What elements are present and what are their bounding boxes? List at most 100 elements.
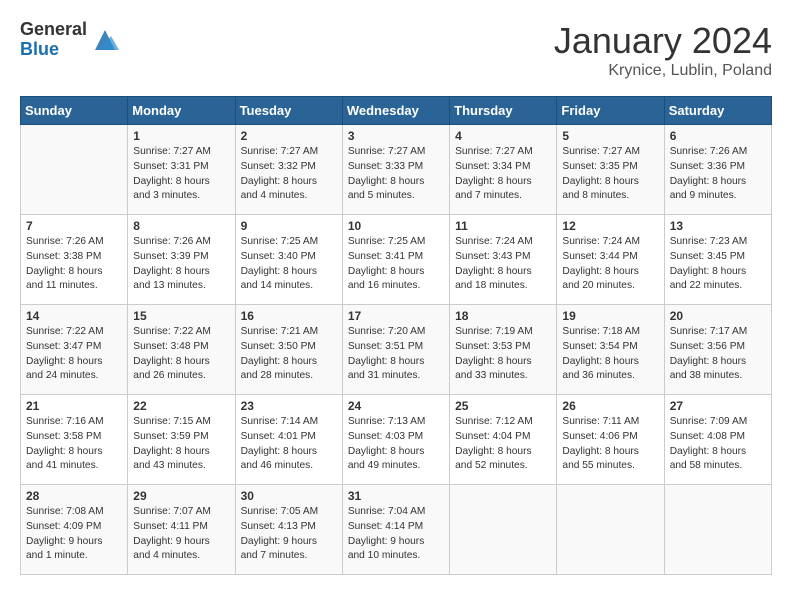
calendar-cell: 22Sunrise: 7:15 AMSunset: 3:59 PMDayligh…: [128, 395, 235, 485]
day-info: Sunrise: 7:16 AMSunset: 3:58 PMDaylight:…: [26, 415, 122, 474]
calendar-cell: [21, 125, 128, 215]
calendar-cell: 19 Sunrise: 7:18 AMSunset: 3:54 PMDayligh…: [557, 305, 664, 395]
day-number: 29: [133, 489, 229, 503]
day-number: 31: [348, 489, 444, 503]
day-info: Sunrise: 7:04 AMSunset: 4:14 PMDaylight:…: [348, 505, 444, 564]
calendar-cell: 24 Sunrise: 7:13 AMSunset: 4:03 PMDayligh…: [342, 395, 449, 485]
calendar-cell: 4 Sunrise: 7:27 AMSunset: 3:34 PMDaylight…: [450, 125, 557, 215]
day-info: Sunrise: 7:27 AMSunset: 3:35 PMDaylight:…: [562, 145, 658, 204]
day-number: 21: [26, 399, 122, 413]
calendar-cell: 5 Sunrise: 7:27 AMSunset: 3:35 PMDaylight…: [557, 125, 664, 215]
day-info: Sunrise: 7:24 AMSunset: 3:44 PMDaylight:…: [562, 235, 658, 294]
day-info: Sunrise: 7:11 AMSunset: 4:06 PMDaylight:…: [562, 415, 658, 474]
day-info: Sunrise: 7:13 AMSunset: 4:03 PMDaylight:…: [348, 415, 444, 474]
day-number: 17: [348, 309, 444, 323]
logo-icon: [91, 26, 119, 54]
weekday-header: Thursday: [450, 97, 557, 125]
day-info: Sunrise: 7:09 AMSunset: 4:08 PMDaylight:…: [670, 415, 766, 474]
day-number: 25: [455, 399, 551, 413]
calendar-cell: 20 Sunrise: 7:17 AMSunset: 3:56 PMDayligh…: [664, 305, 771, 395]
calendar-cell: 31 Sunrise: 7:04 AMSunset: 4:14 PMDayligh…: [342, 485, 449, 575]
day-number: 19: [562, 309, 658, 323]
day-number: 1: [133, 129, 229, 143]
calendar-cell: 6 Sunrise: 7:26 AMSunset: 3:36 PMDaylight…: [664, 125, 771, 215]
day-number: 2: [241, 129, 337, 143]
logo: General Blue: [20, 20, 119, 60]
calendar-cell: 9 Sunrise: 7:25 AMSunset: 3:40 PMDaylight…: [235, 215, 342, 305]
day-info: Sunrise: 7:23 AMSunset: 3:45 PMDaylight:…: [670, 235, 766, 294]
day-info: Sunrise: 7:19 AMSunset: 3:53 PMDaylight:…: [455, 325, 551, 384]
day-number: 10: [348, 219, 444, 233]
day-number: 26: [562, 399, 658, 413]
calendar-cell: 11 Sunrise: 7:24 AMSunset: 3:43 PMDayligh…: [450, 215, 557, 305]
day-number: 24: [348, 399, 444, 413]
title-block: January 2024 Krynice, Lublin, Poland: [554, 20, 772, 80]
day-number: 22: [133, 399, 229, 413]
calendar-cell: [664, 485, 771, 575]
calendar-cell: 10 Sunrise: 7:25 AMSunset: 3:41 PMDayligh…: [342, 215, 449, 305]
day-info: Sunrise: 7:25 AMSunset: 3:40 PMDaylight:…: [241, 235, 337, 294]
calendar-cell: 2 Sunrise: 7:27 AMSunset: 3:32 PMDaylight…: [235, 125, 342, 215]
weekday-header: Sunday: [21, 97, 128, 125]
day-number: 27: [670, 399, 766, 413]
day-info: Sunrise: 7:14 AMSunset: 4:01 PMDaylight:…: [241, 415, 337, 474]
day-info: Sunrise: 7:21 AMSunset: 3:50 PMDaylight:…: [241, 325, 337, 384]
day-info: Sunrise: 7:27 AMSunset: 3:33 PMDaylight:…: [348, 145, 444, 204]
weekday-header: Friday: [557, 97, 664, 125]
day-number: 20: [670, 309, 766, 323]
calendar-cell: [450, 485, 557, 575]
day-info: Sunrise: 7:12 AMSunset: 4:04 PMDaylight:…: [455, 415, 551, 474]
calendar-cell: 17Sunrise: 7:20 AMSunset: 3:51 PMDayligh…: [342, 305, 449, 395]
day-number: 8: [133, 219, 229, 233]
weekday-header: Wednesday: [342, 97, 449, 125]
calendar-cell: 16 Sunrise: 7:21 AMSunset: 3:50 PMDayligh…: [235, 305, 342, 395]
day-info: Sunrise: 7:27 AMSunset: 3:31 PMDaylight:…: [133, 145, 229, 204]
calendar-cell: [557, 485, 664, 575]
weekday-header: Tuesday: [235, 97, 342, 125]
day-number: 12: [562, 219, 658, 233]
logo-general-text: General: [20, 20, 87, 40]
calendar-cell: 3 Sunrise: 7:27 AMSunset: 3:33 PMDaylight…: [342, 125, 449, 215]
calendar-cell: 27 Sunrise: 7:09 AMSunset: 4:08 PMDayligh…: [664, 395, 771, 485]
day-number: 13: [670, 219, 766, 233]
weekday-header: Saturday: [664, 97, 771, 125]
day-number: 4: [455, 129, 551, 143]
calendar-cell: 1 Sunrise: 7:27 AMSunset: 3:31 PMDaylight…: [128, 125, 235, 215]
day-number: 28: [26, 489, 122, 503]
day-info: Sunrise: 7:05 AMSunset: 4:13 PMDaylight:…: [241, 505, 337, 564]
calendar-cell: 28Sunrise: 7:08 AMSunset: 4:09 PMDayligh…: [21, 485, 128, 575]
day-info: Sunrise: 7:26 AMSunset: 3:39 PMDaylight:…: [133, 235, 229, 294]
logo-blue-text: Blue: [20, 40, 87, 60]
day-number: 6: [670, 129, 766, 143]
day-info: Sunrise: 7:25 AMSunset: 3:41 PMDaylight:…: [348, 235, 444, 294]
calendar-cell: 18Sunrise: 7:19 AMSunset: 3:53 PMDayligh…: [450, 305, 557, 395]
calendar-cell: 30 Sunrise: 7:05 AMSunset: 4:13 PMDayligh…: [235, 485, 342, 575]
day-info: Sunrise: 7:18 AMSunset: 3:54 PMDaylight:…: [562, 325, 658, 384]
day-number: 3: [348, 129, 444, 143]
day-number: 7: [26, 219, 122, 233]
calendar-cell: 23 Sunrise: 7:14 AMSunset: 4:01 PMDayligh…: [235, 395, 342, 485]
day-info: Sunrise: 7:27 AMSunset: 3:32 PMDaylight:…: [241, 145, 337, 204]
day-number: 11: [455, 219, 551, 233]
calendar-cell: 29 Sunrise: 7:07 AMSunset: 4:11 PMDayligh…: [128, 485, 235, 575]
day-number: 30: [241, 489, 337, 503]
location: Krynice, Lublin, Poland: [554, 62, 772, 80]
day-info: Sunrise: 7:26 AMSunset: 3:38 PMDaylight:…: [26, 235, 122, 294]
day-number: 9: [241, 219, 337, 233]
calendar-cell: 26 Sunrise: 7:11 AMSunset: 4:06 PMDayligh…: [557, 395, 664, 485]
day-info: Sunrise: 7:22 AMSunset: 3:48 PMDaylight:…: [133, 325, 229, 384]
calendar-cell: 8 Sunrise: 7:26 AMSunset: 3:39 PMDaylight…: [128, 215, 235, 305]
day-number: 5: [562, 129, 658, 143]
day-info: Sunrise: 7:26 AMSunset: 3:36 PMDaylight:…: [670, 145, 766, 204]
calendar-cell: 7 Sunrise: 7:26 AMSunset: 3:38 PMDaylight…: [21, 215, 128, 305]
day-info: Sunrise: 7:07 AMSunset: 4:11 PMDaylight:…: [133, 505, 229, 564]
day-number: 23: [241, 399, 337, 413]
calendar-cell: 15Sunrise: 7:22 AMSunset: 3:48 PMDayligh…: [128, 305, 235, 395]
calendar-cell: 13 Sunrise: 7:23 AMSunset: 3:45 PMDayligh…: [664, 215, 771, 305]
page-header: General Blue January 2024 Krynice, Lubli…: [20, 20, 772, 80]
day-info: Sunrise: 7:17 AMSunset: 3:56 PMDaylight:…: [670, 325, 766, 384]
day-number: 16: [241, 309, 337, 323]
day-info: Sunrise: 7:27 AMSunset: 3:34 PMDaylight:…: [455, 145, 551, 204]
day-info: Sunrise: 7:24 AMSunset: 3:43 PMDaylight:…: [455, 235, 551, 294]
month-title: January 2024: [554, 20, 772, 62]
